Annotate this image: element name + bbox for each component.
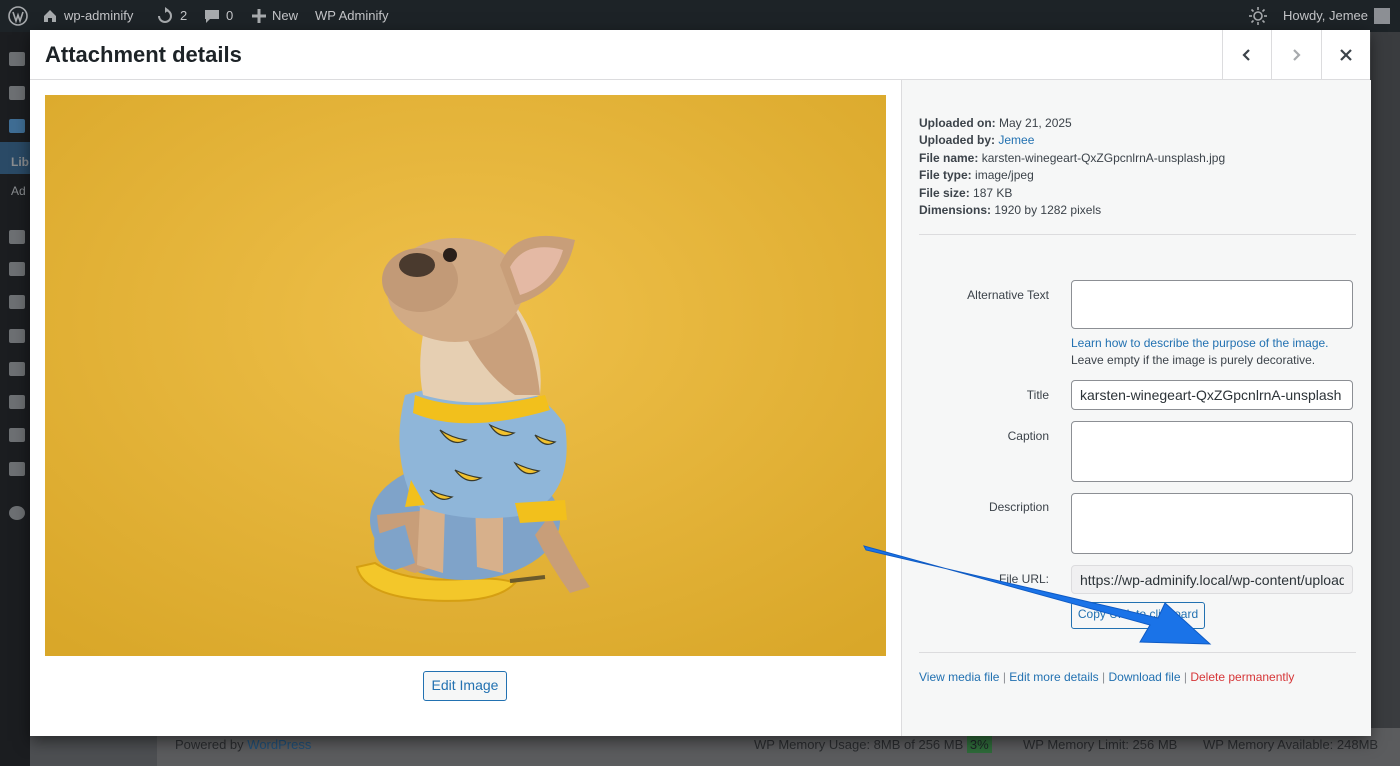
delete-permanently-link[interactable]: Delete permanently [1190,670,1294,684]
alt-text-field[interactable] [1071,280,1353,329]
account-menu[interactable]: Howdy, Jemee [1283,0,1391,32]
title-label: Title [1026,388,1049,402]
side-menu-library-label[interactable]: Lib [11,155,29,169]
download-file-link[interactable]: Download file [1108,670,1180,684]
attachment-actions: View media file | Edit more details | Do… [919,669,1294,686]
modal-title: Attachment details [45,42,242,67]
close-modal-button[interactable] [1321,30,1370,79]
attachment-info-sidebar: Uploaded on: May 21, 2025 Uploaded by: J… [901,80,1371,736]
memory-percent-badge: 3% [966,736,992,753]
powered-by-text: Powered by [175,737,244,752]
memory-available-text: WP Memory Available: 248MB [1203,737,1379,752]
appearance-icon[interactable] [9,295,25,309]
edit-image-button[interactable]: Edit Image [423,671,507,701]
uploaded-by-row: Uploaded by: Jemee [919,133,1035,147]
plugins-icon[interactable] [9,329,25,343]
divider [919,234,1356,235]
new-content-link[interactable]: New [252,0,298,32]
alt-text-help-text: Leave empty if the image is purely decor… [1071,353,1316,367]
attachment-image [45,95,886,656]
separator: | [1002,670,1006,684]
wrench-icon[interactable] [9,428,25,442]
theme-toggle-icon[interactable] [1249,0,1267,32]
previous-attachment-button[interactable] [1222,30,1271,79]
file-type-row: File type: image/jpeg [919,168,1034,182]
home-icon [44,10,56,22]
file-name-row: File name: karsten-winegeart-QxZGpcnlrnA… [919,151,1226,165]
edit-more-details-link[interactable]: Edit more details [1009,670,1098,684]
tools-brush-icon[interactable] [9,362,25,376]
uploaded-by-link[interactable]: Jemee [998,133,1034,147]
updates-count: 2 [180,8,188,23]
media-icon[interactable] [9,119,25,133]
separator: | [1102,670,1106,684]
settings-icon[interactable] [9,462,25,476]
file-type-value: image/jpeg [975,168,1034,182]
comments-icon[interactable] [9,262,25,276]
howdy-greeting: Howdy, Jemee [1283,8,1369,23]
chevron-right-icon [1293,48,1301,61]
view-media-file-link[interactable]: View media file [919,670,999,684]
plus-icon [252,9,266,23]
uploaded-on-row: Uploaded on: May 21, 2025 [919,116,1072,130]
caption-label: Caption [1007,429,1049,443]
alt-text-label: Alternative Text [967,288,1049,302]
memory-usage-text: WP Memory Usage: 8MB of 256 MB [754,737,964,752]
dimensions-value: 1920 by 1282 pixels [994,203,1102,217]
site-name: wp-adminify [64,8,134,23]
separator: | [1183,670,1187,684]
users-icon[interactable] [9,395,25,409]
wp-adminify-menu[interactable]: WP Adminify [315,0,388,32]
attachment-details-modal: Attachment details Edit Image Uploaded o… [30,30,1371,736]
chevron-left-icon [1242,48,1250,61]
wordpress-link[interactable]: WordPress [247,737,311,752]
dashboard-icon[interactable] [9,52,25,66]
file-size-row: File size: 187 KB [919,186,1013,200]
page-right-edge [1371,32,1400,766]
pages-icon[interactable] [9,230,25,244]
new-label: New [272,8,299,23]
collapse-menu-icon[interactable] [9,506,25,520]
updates-link[interactable]: 2 [156,0,187,32]
wordpress-logo-icon[interactable] [8,0,28,32]
admin-side-menu: Lib Ad [0,32,30,766]
close-icon [1340,48,1352,61]
wp-adminify-label: WP Adminify [315,8,389,23]
file-name-value: karsten-winegeart-QxZGpcnlrnA-unsplash.j… [981,151,1226,165]
description-label: Description [988,500,1049,514]
uploaded-on-value: May 21, 2025 [999,116,1072,130]
description-field[interactable] [1071,493,1353,554]
side-menu-add-label[interactable]: Ad [11,184,26,198]
file-url-label: File URL: [998,572,1049,586]
copy-url-button[interactable]: Copy URL to clipboard [1071,602,1205,629]
comments-count: 0 [226,8,234,23]
comment-icon [205,10,219,23]
memory-limit-text: WP Memory Limit: 256 MB [1023,737,1178,752]
pin-icon[interactable] [9,86,25,100]
file-size-value: 187 KB [973,186,1013,200]
next-attachment-button[interactable] [1271,30,1320,79]
title-field[interactable] [1071,380,1353,410]
dimensions-row: Dimensions: 1920 by 1282 pixels [919,203,1102,217]
avatar [1374,8,1391,24]
attachment-media-view: Edit Image [30,80,901,736]
file-url-field[interactable] [1071,565,1353,594]
site-name-link[interactable]: wp-adminify [42,0,133,32]
alt-text-help-link[interactable]: Learn how to describe the purpose of the… [1071,335,1329,352]
caption-field[interactable] [1071,421,1353,482]
updates-icon [158,7,172,23]
comments-link[interactable]: 0 [204,0,233,32]
modal-header: Attachment details [30,30,1370,80]
admin-bar: wp-adminify 2 0 New WP Adminify Howdy, J… [0,0,1400,32]
divider [919,652,1356,653]
